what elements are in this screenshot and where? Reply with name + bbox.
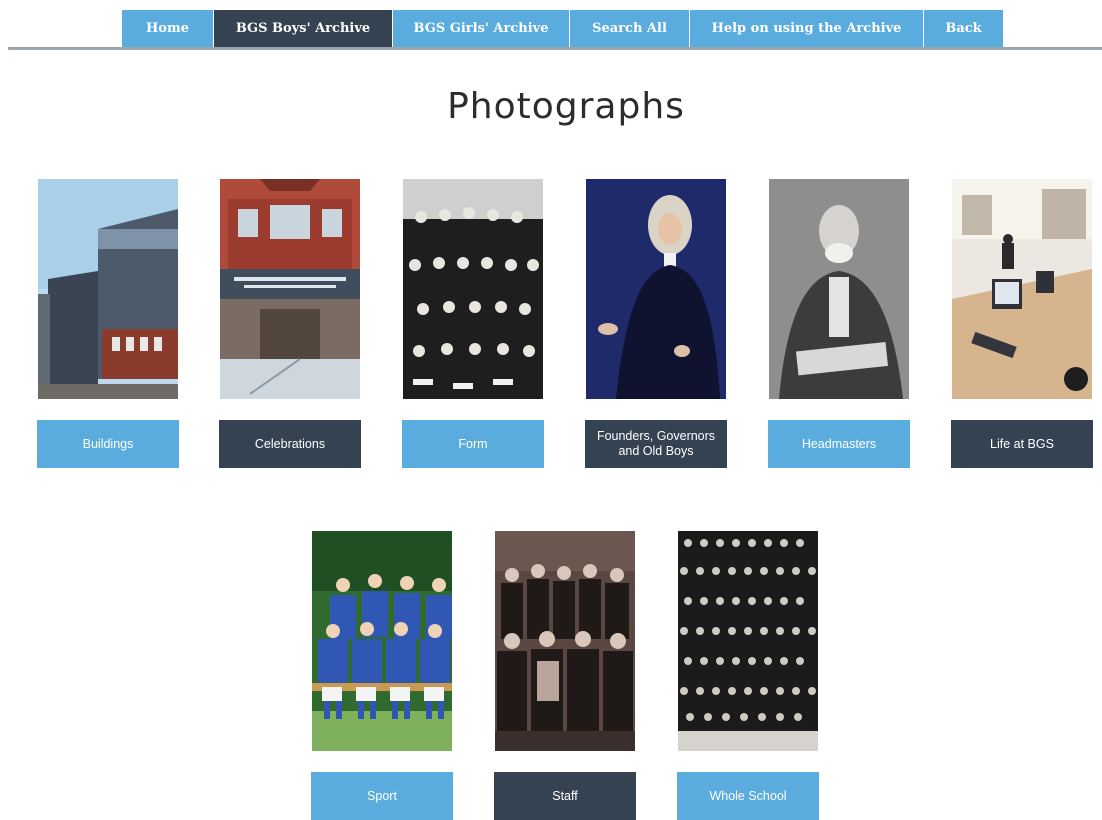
tile-headmasters: Headmasters	[768, 179, 910, 468]
nav-back[interactable]: Back	[924, 10, 1004, 47]
tile-sport: Sport	[311, 531, 453, 820]
computer-room-photo[interactable]	[952, 179, 1092, 399]
tile-celebrations: Celebrations	[219, 179, 361, 468]
tile-staff-label[interactable]: Staff	[494, 772, 636, 820]
celebrations-photo[interactable]	[220, 179, 360, 399]
founders-portrait[interactable]	[586, 179, 726, 399]
buildings-photo[interactable]	[38, 179, 178, 399]
tile-whole-school-label[interactable]: Whole School	[677, 772, 819, 820]
nav-help[interactable]: Help on using the Archive	[690, 10, 924, 47]
staff-photo[interactable]	[495, 531, 635, 751]
tile-celebrations-label[interactable]: Celebrations	[219, 420, 361, 468]
nav-girls-archive[interactable]: BGS Girls' Archive	[393, 10, 570, 47]
tile-founders-label[interactable]: Founders, Governors and Old Boys	[585, 420, 727, 468]
tile-buildings-label[interactable]: Buildings	[37, 420, 179, 468]
tile-sport-label[interactable]: Sport	[311, 772, 453, 820]
tile-form: Form	[402, 179, 544, 468]
tile-staff: Staff	[494, 531, 636, 820]
tile-buildings: Buildings	[37, 179, 179, 468]
tile-form-label[interactable]: Form	[402, 420, 544, 468]
nav-divider	[8, 47, 1102, 50]
top-nav: Home BGS Boys' Archive BGS Girls' Archiv…	[122, 10, 1004, 47]
sport-team-photo[interactable]	[312, 531, 452, 751]
tile-headmasters-label[interactable]: Headmasters	[768, 420, 910, 468]
tile-life-at-bgs-label[interactable]: Life at BGS	[951, 420, 1093, 468]
page-title: Photographs	[447, 86, 685, 127]
whole-school-photo[interactable]	[678, 531, 818, 751]
nav-home[interactable]: Home	[122, 10, 214, 47]
nav-boys-archive[interactable]: BGS Boys' Archive	[214, 10, 393, 47]
tile-life-at-bgs: Life at BGS	[951, 179, 1093, 468]
headmaster-portrait[interactable]	[769, 179, 909, 399]
nav-search-all[interactable]: Search All	[570, 10, 690, 47]
tile-whole-school: Whole School	[677, 531, 819, 820]
tile-founders: Founders, Governors and Old Boys	[585, 179, 727, 468]
form-photo[interactable]	[403, 179, 543, 399]
